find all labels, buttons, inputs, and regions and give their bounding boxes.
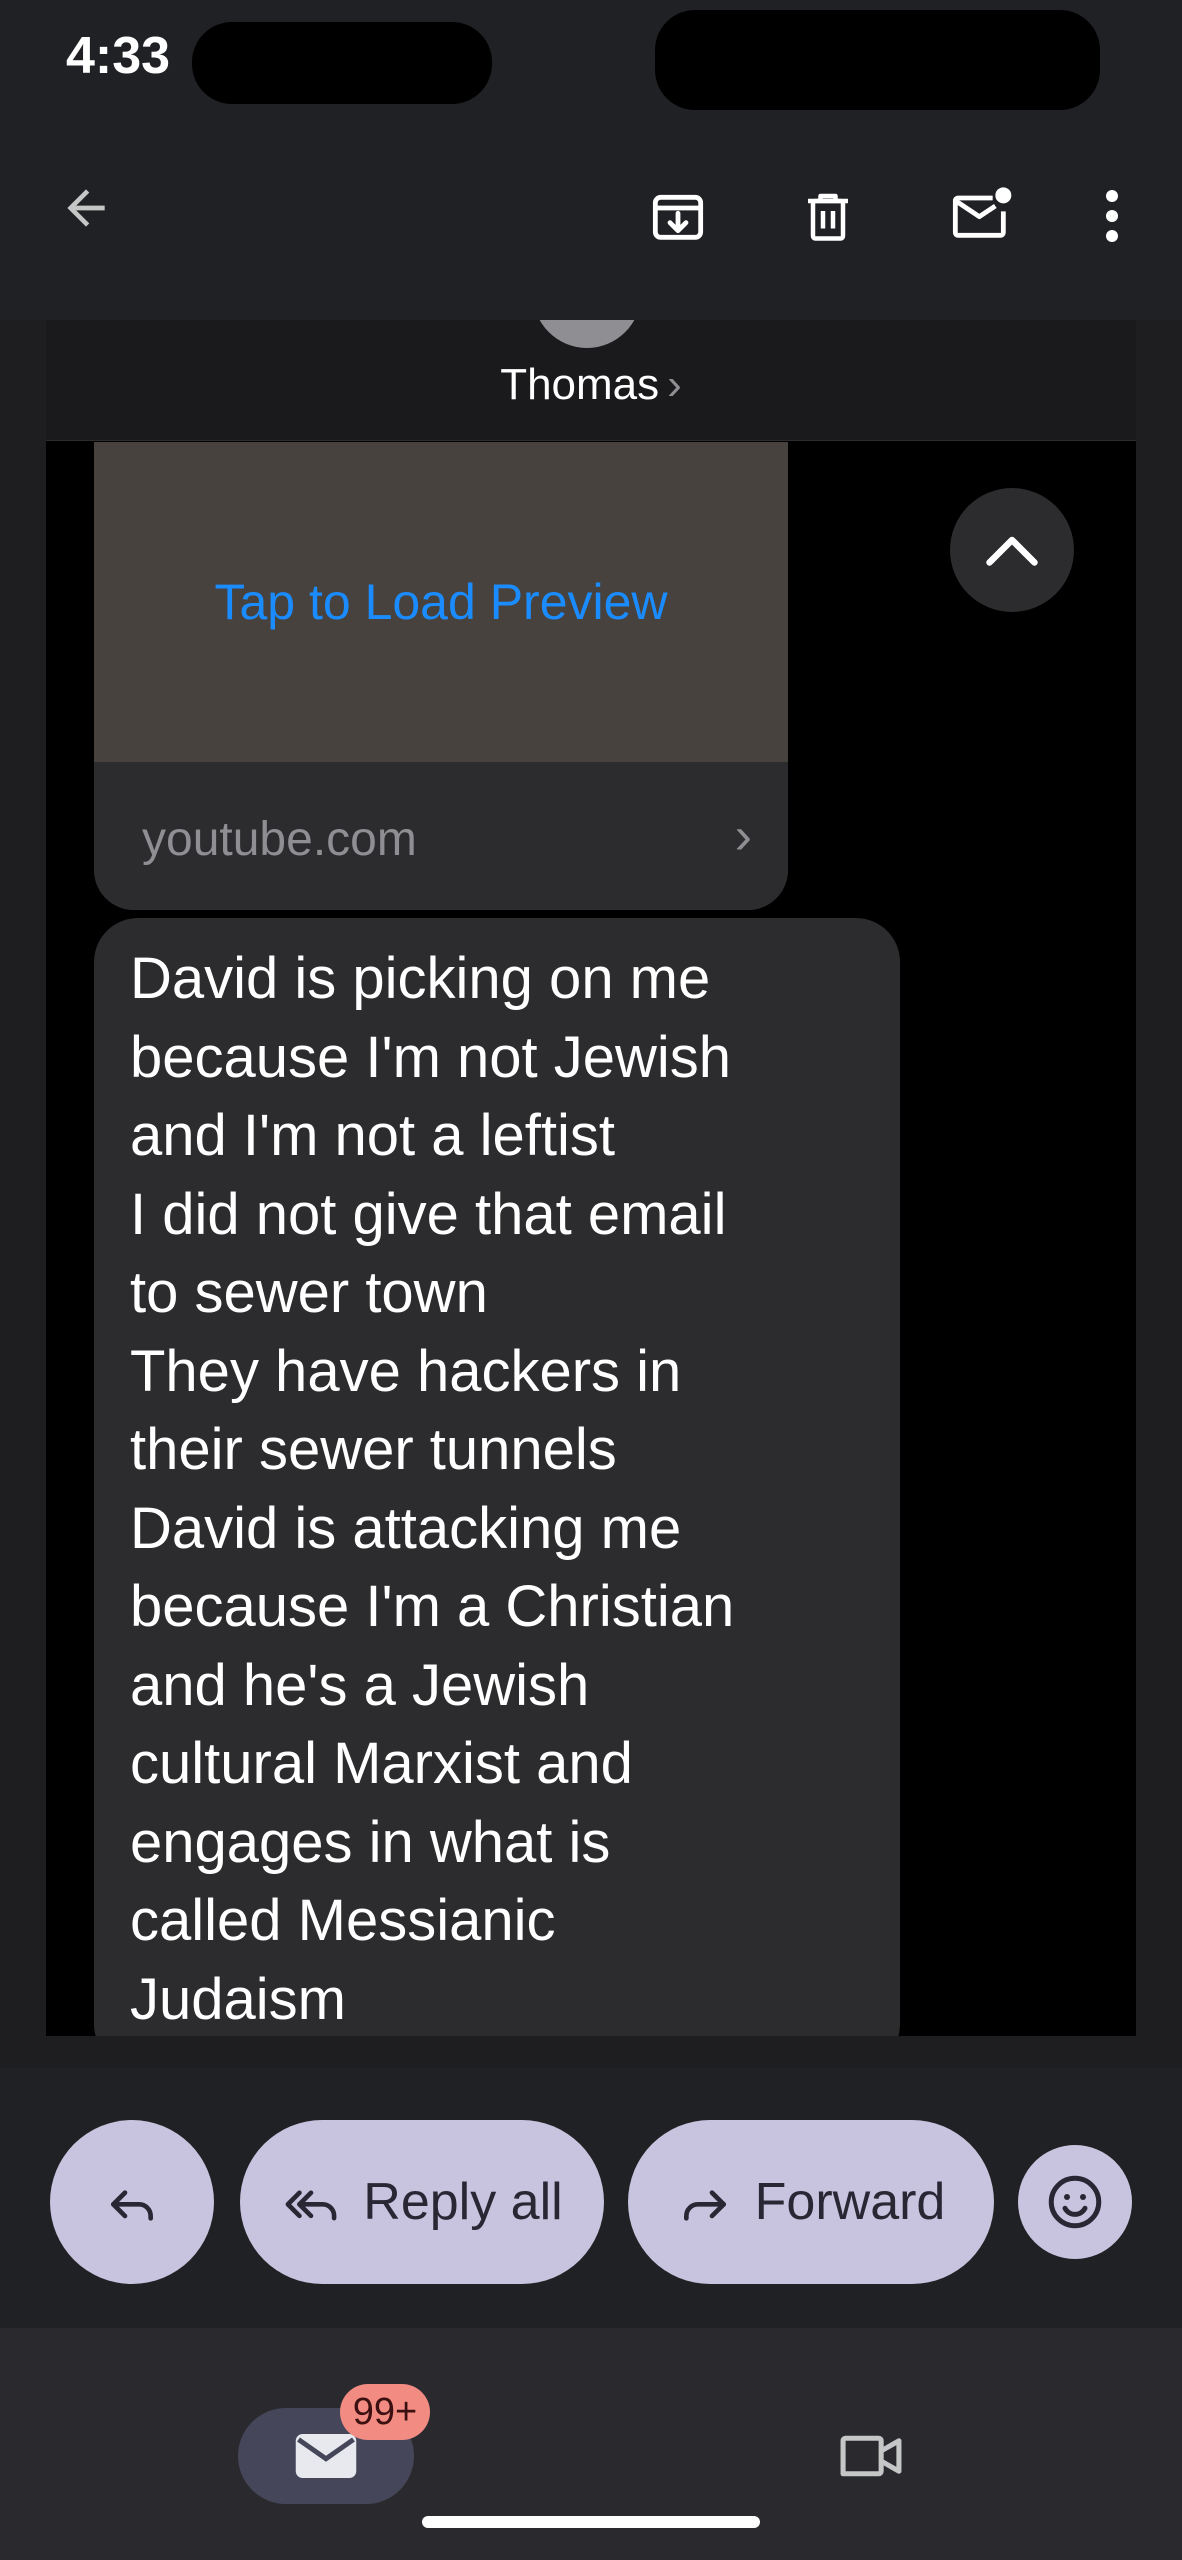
- link-domain: youtube.com: [142, 813, 417, 866]
- status-bar: 4:33: [0, 0, 1182, 120]
- scroll-up-button: [950, 488, 1074, 612]
- link-preview-footer: youtube.com ›: [94, 762, 788, 910]
- reply-all-button[interactable]: Reply all: [240, 2120, 604, 2284]
- link-preview-card: Tap to Load Preview youtube.com ›: [94, 442, 788, 910]
- mark-unread-icon[interactable]: [940, 172, 1024, 256]
- email-body: Thomas › Tap to Load Preview youtube.com …: [0, 320, 1182, 2068]
- reply-all-icon: [285, 2190, 337, 2221]
- chevron-right-icon: ›: [734, 807, 752, 865]
- message-bubble: David is picking on me because I'm not J…: [94, 918, 900, 2036]
- attached-screenshot[interactable]: Thomas › Tap to Load Preview youtube.com …: [46, 320, 1136, 2036]
- reply-icon: [111, 2190, 154, 2221]
- home-indicator: [422, 2516, 760, 2528]
- reply-actions: Reply all Forward: [0, 2068, 1182, 2328]
- nav-meet-tab[interactable]: [816, 2408, 926, 2504]
- trash-icon[interactable]: [788, 176, 868, 256]
- forward-button[interactable]: Forward: [628, 2120, 994, 2284]
- arrow-back-icon[interactable]: [46, 168, 126, 248]
- emoji-reaction-button[interactable]: [1018, 2145, 1132, 2259]
- more-vert-icon[interactable]: [1076, 176, 1148, 256]
- forward-icon: [683, 2190, 726, 2221]
- forward-label: Forward: [754, 2173, 946, 2231]
- mail-icon: [295, 2434, 357, 2478]
- redacted-area: [655, 10, 1100, 110]
- tap-to-load-preview: Tap to Load Preview: [214, 574, 668, 630]
- sender-name: Thomas ›: [500, 360, 682, 409]
- emoji-icon: [1048, 2175, 1102, 2229]
- message-text: David is picking on me because I'm not J…: [130, 946, 735, 2032]
- chevron-right-icon: ›: [667, 360, 682, 409]
- reply-button[interactable]: [50, 2120, 214, 2284]
- unread-badge: 99+: [340, 2384, 430, 2440]
- link-preview-image: Tap to Load Preview: [94, 442, 788, 762]
- redacted-area: [192, 22, 492, 104]
- avatar: [533, 320, 641, 348]
- app-bar: [0, 120, 1182, 320]
- archive-icon[interactable]: [638, 176, 718, 256]
- reply-all-label: Reply all: [363, 2173, 563, 2231]
- video-icon: [840, 2435, 902, 2477]
- status-time: 4:33: [66, 27, 171, 85]
- conversation-header: Thomas ›: [46, 320, 1136, 441]
